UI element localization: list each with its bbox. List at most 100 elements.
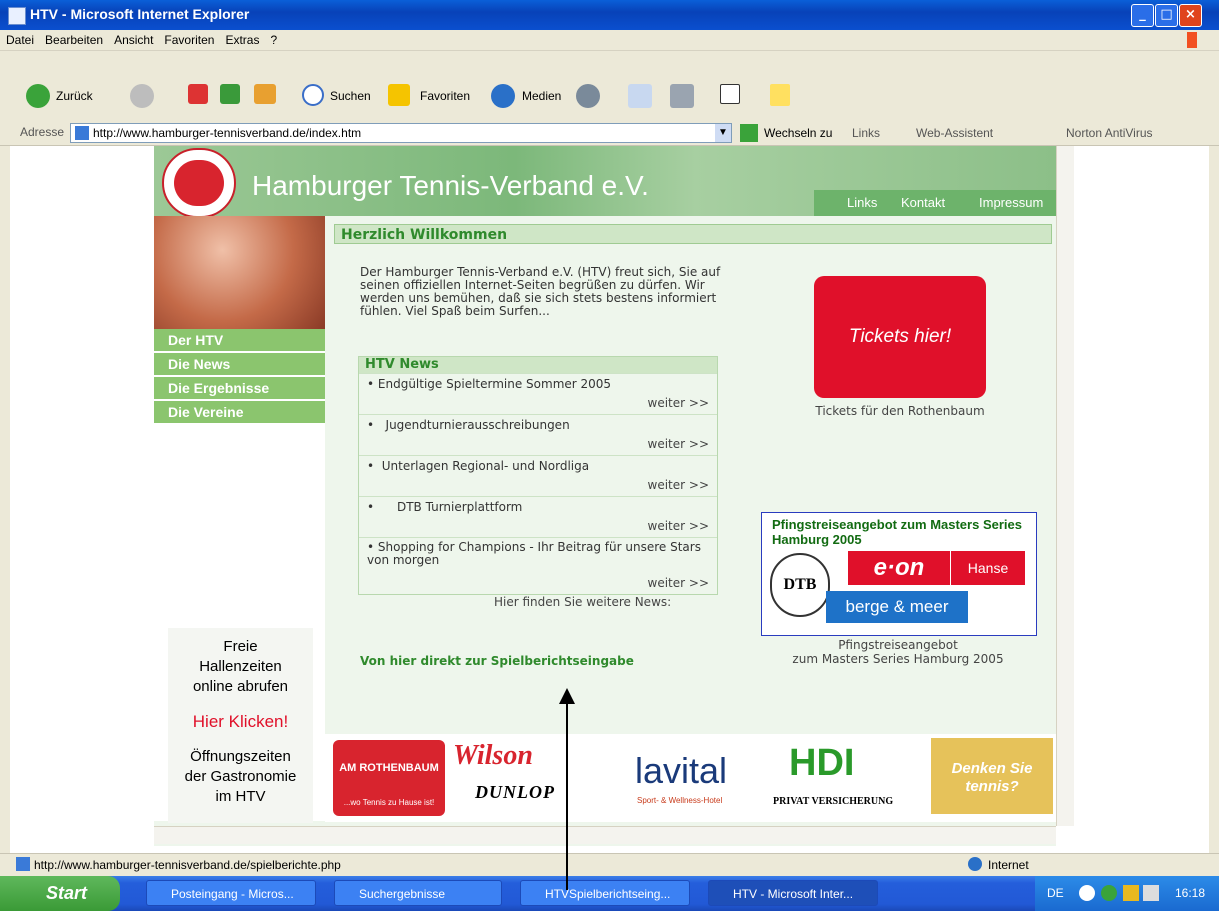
news-box: HTV News • Endgültige Spieltermine Somme… [358,356,718,595]
page-icon [75,126,89,140]
search-button[interactable]: Suchen [330,89,371,103]
go-button[interactable]: Wechseln zu [764,126,832,140]
go-arrow-icon[interactable] [740,124,758,142]
weiter-link[interactable]: weiter >> [648,478,709,492]
links-button[interactable]: Links [852,126,880,140]
news-item[interactable]: • Shopping for Champions - Ihr Beitrag f… [359,537,717,594]
tickets-button[interactable]: Tickets hier! [814,276,986,398]
htv-page: Hamburger Tennis-Verband e.V. Links Kont… [154,146,1056,846]
leftnav-der-htv[interactable]: Der HTV [154,329,325,353]
weiter-link[interactable]: weiter >> [648,437,709,451]
norton-tray-icon[interactable] [1123,885,1139,901]
stop-icon[interactable] [188,84,208,104]
hdi-sub: PRIVAT VERSICHERUNG [773,796,894,807]
address-input[interactable]: http://www.hamburger-tennisverband.de/in… [70,123,732,143]
leftnav-die-news[interactable]: Die News [154,353,325,377]
ie-icon [8,7,26,25]
pfingst-caption-line2: zum Masters Series Hamburg 2005 [792,652,1004,666]
hdi-logo[interactable]: HDI [789,742,854,785]
favorites-star-icon[interactable] [388,84,410,106]
leftnav-die-vereine[interactable]: Die Vereine [154,401,325,425]
history-icon[interactable] [576,84,600,108]
vertical-scrollbar[interactable] [1056,146,1074,826]
hallenzeiten-banner[interactable]: Freie Hallenzeiten online abrufen Hier K… [168,628,313,823]
back-button[interactable]: Zurück [56,89,93,103]
hallen-line5: der Gastronomie [184,768,297,785]
pfingst-banner[interactable]: Pfingstreiseangebot zum Masters Series H… [761,512,1037,636]
window-title: HTV - Microsoft Internet Explorer [30,6,250,22]
task-htv-ie[interactable]: HTV - Microsoft Inter... [708,880,878,906]
menu-help[interactable]: ? [264,30,282,47]
status-url: http://www.hamburger-tennisverband.de/sp… [34,858,341,872]
task-suchergebnisse[interactable]: Suchergebnisse [334,880,502,906]
news-item[interactable]: • Endgültige Spieltermine Sommer 2005 wei… [359,373,717,414]
web-assistant-button[interactable]: Web-Assistent [916,126,993,140]
lavital-sub: Sport- & Wellness-Hotel [637,796,723,805]
language-indicator[interactable]: DE [1047,886,1064,900]
rothenbaum-logo[interactable]: AM ROTHENBAUM ...wo Tennis zu Hause ist! [333,740,445,816]
network-tray-icon[interactable] [1101,885,1117,901]
wilson-logo[interactable]: Wilson [453,740,533,772]
leftnav-die-ergebnisse[interactable]: Die Ergebnisse [154,377,325,401]
sponsor-bar: AM ROTHENBAUM ...wo Tennis zu Hause ist!… [325,734,1056,822]
weiter-link[interactable]: weiter >> [648,576,709,590]
edit-icon[interactable] [720,84,740,104]
topnav-kontakt[interactable]: Kontakt [901,195,945,210]
media-button[interactable]: Medien [522,89,561,103]
news-item[interactable]: • Unterlagen Regional- und Nordliga weite… [359,455,717,496]
home-icon[interactable] [254,84,276,104]
search-icon[interactable] [302,84,324,106]
windows-logo-icon [1187,32,1209,48]
spielbericht-link[interactable]: Von hier direkt zur Spielberichtseingabe [360,654,634,668]
media-icon[interactable] [491,84,515,108]
hallen-line1: Freie [223,638,258,655]
menu-extras[interactable]: Extras [219,30,264,47]
menu-bearbeiten[interactable]: Bearbeiten [39,30,108,47]
forward-arrow-icon[interactable] [130,84,154,108]
news-title: HTV News [359,357,717,373]
main-content: Herzlich Willkommen Der Hamburger Tennis… [334,216,1054,816]
hallen-line2: Hallenzeiten [199,658,282,675]
start-button[interactable]: Start [0,876,120,911]
hallen-line3: online abrufen [192,678,289,695]
weiter-link[interactable]: weiter >> [648,396,709,410]
back-arrow-icon[interactable] [26,84,50,108]
refresh-icon[interactable] [220,84,240,104]
topnav-impressum[interactable]: Impressum [979,195,1043,210]
task-spielberichtseingabe[interactable]: HTVSpielberichtseing... [520,880,690,906]
system-tray: DE 16:18 [1035,876,1219,911]
favorites-button[interactable]: Favoriten [420,89,470,103]
topnav-links[interactable]: Links [847,195,877,210]
hier-klicken-link[interactable]: Hier Klicken! [168,712,313,732]
menu-favoriten[interactable]: Favoriten [158,30,219,47]
left-column: Der HTV Die News Die Ergebnisse Die Vere… [154,216,325,823]
news-item[interactable]: • DTB Turnierplattform weiter >> [359,496,717,537]
back-arrow-tray-icon[interactable] [1079,885,1095,901]
address-label: Adresse [20,125,65,139]
norton-antivirus-button[interactable]: Norton AntiVirus [1066,126,1153,140]
dropdown-arrow-icon[interactable]: ▼ [715,124,731,142]
news-item[interactable]: • Jugendturnierausschreibungen weiter >> [359,414,717,455]
lavital-logo[interactable]: lavital [635,750,727,792]
pfingst-caption: Pfingstreiseangebot zum Masters Series H… [754,638,1042,666]
menu-ansicht[interactable]: Ansicht [108,30,158,47]
horizontal-scrollbar[interactable] [154,826,1056,844]
mail-icon[interactable] [628,84,652,108]
denken-sie-tennis-logo[interactable]: Denken Sie tennis? [931,738,1053,814]
menu-datei[interactable]: Datei [0,30,39,47]
notes-icon[interactable] [770,84,790,106]
hallen-line4: Öffnungszeiten [190,748,291,765]
internet-globe-icon [968,857,982,871]
htv-logo[interactable] [162,148,236,218]
dunlop-logo[interactable]: DUNLOP [475,782,555,803]
weiter-link[interactable]: weiter >> [648,519,709,533]
print-icon[interactable] [670,84,694,108]
minimize-button[interactable]: _ [1131,4,1154,27]
more-news-link[interactable]: Hier finden Sie weitere News: [494,595,671,609]
task-posteingang[interactable]: Posteingang - Micros... [146,880,316,906]
pfingst-title: Pfingstreiseangebot zum Masters Series H… [772,517,1022,547]
maximize-button[interactable]: □ [1155,4,1178,27]
menu-bar: Datei Bearbeiten Ansicht Favoriten Extras? [0,30,1219,51]
calendar-tray-icon[interactable] [1143,885,1159,901]
close-button[interactable]: × [1179,4,1202,27]
